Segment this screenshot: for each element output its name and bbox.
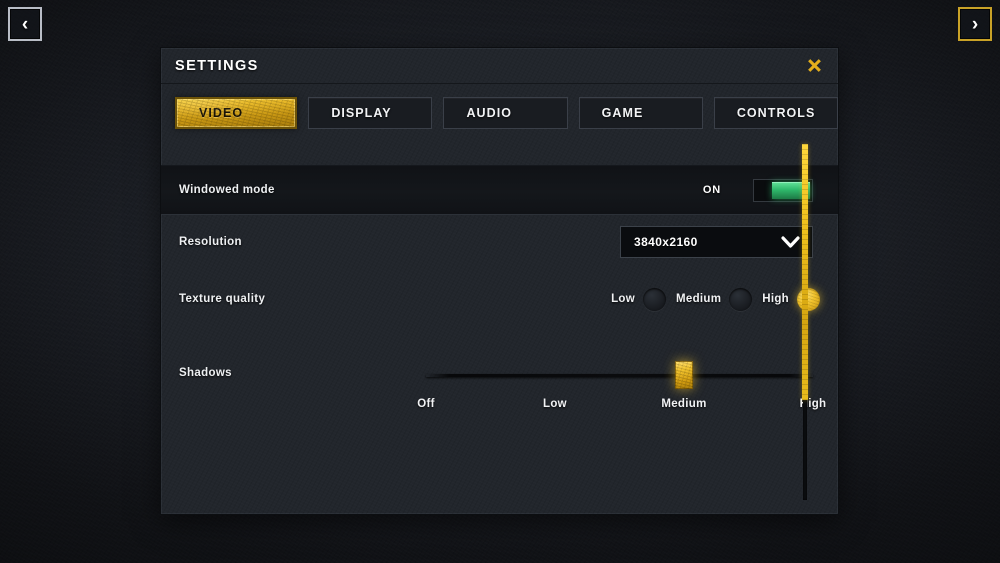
chevron-right-icon: › — [971, 13, 979, 35]
texture-quality-option-medium[interactable]: Medium — [676, 287, 753, 311]
chevron-left-icon: ‹ — [21, 13, 29, 35]
page-title: SETTINGS — [175, 57, 259, 74]
panel-header: SETTINGS — [161, 48, 838, 84]
settings-content: Windowed mode ON Resolution 3840x2160 Te… — [161, 166, 838, 514]
tab-game-label: GAME — [601, 106, 644, 120]
close-button[interactable] — [803, 55, 825, 77]
slider-track[interactable] — [426, 374, 813, 377]
nav-prev-button[interactable]: ‹ — [8, 7, 42, 41]
close-icon — [807, 59, 821, 72]
settings-panel: SETTINGS VIDEO DISPLAY AUDIO GAME CONTRO… — [160, 47, 839, 515]
tab-bar: VIDEO DISPLAY AUDIO GAME CONTROLS — [161, 84, 838, 166]
texture-quality-option-low[interactable]: Low — [611, 287, 666, 311]
tab-game[interactable]: GAME — [578, 97, 703, 129]
slider-tick-off[interactable]: Off — [417, 398, 435, 410]
slider-tick-low[interactable]: Low — [543, 398, 567, 410]
scrollbar[interactable] — [802, 144, 808, 500]
texture-quality-label: Texture quality — [179, 293, 266, 305]
texture-quality-high-label: High — [762, 293, 789, 305]
chevron-down-icon — [781, 236, 800, 249]
radio-icon — [729, 287, 753, 311]
setting-row-shadows: Shadows Off Low Medium High — [161, 328, 838, 418]
resolution-label: Resolution — [179, 236, 242, 248]
texture-quality-low-label: Low — [611, 293, 635, 305]
tab-display[interactable]: DISPLAY — [308, 97, 433, 129]
tab-audio[interactable]: AUDIO — [443, 97, 568, 129]
shadows-slider[interactable]: Off Low Medium High — [417, 354, 826, 418]
radio-icon-selected — [797, 287, 820, 311]
slider-tick-labels: Off Low Medium High — [417, 398, 826, 414]
tab-video-label: VIDEO — [199, 106, 244, 120]
windowed-mode-state: ON — [702, 184, 721, 196]
tab-display-label: DISPLAY — [331, 106, 392, 120]
tab-controls-label: CONTROLS — [736, 106, 816, 120]
shadows-label: Shadows — [179, 367, 232, 379]
game-screen: ‹ › SETTINGS VIDEO DISPLAY AUDIO GAME CO… — [0, 0, 1000, 563]
scrollbar-thumb[interactable] — [802, 144, 808, 401]
texture-quality-options: Low Medium High — [611, 287, 820, 311]
texture-quality-option-high[interactable]: High — [762, 287, 820, 311]
tab-audio-label: AUDIO — [466, 106, 513, 120]
nav-next-button[interactable]: › — [958, 7, 992, 41]
radio-icon — [643, 287, 666, 311]
setting-row-resolution: Resolution 3840x2160 — [161, 214, 838, 270]
windowed-mode-label: Windowed mode — [179, 184, 275, 196]
texture-quality-medium-label: Medium — [676, 293, 722, 305]
setting-row-windowed-mode: Windowed mode ON — [161, 166, 838, 215]
resolution-dropdown[interactable]: 3840x2160 — [620, 226, 813, 258]
resolution-value: 3840x2160 — [634, 235, 698, 249]
slider-handle[interactable] — [674, 361, 693, 389]
tab-controls[interactable]: CONTROLS — [713, 97, 838, 129]
slider-tick-medium[interactable]: Medium — [661, 398, 706, 410]
tab-video[interactable]: VIDEO — [175, 97, 298, 129]
setting-row-texture-quality: Texture quality Low Medium High — [161, 270, 838, 328]
